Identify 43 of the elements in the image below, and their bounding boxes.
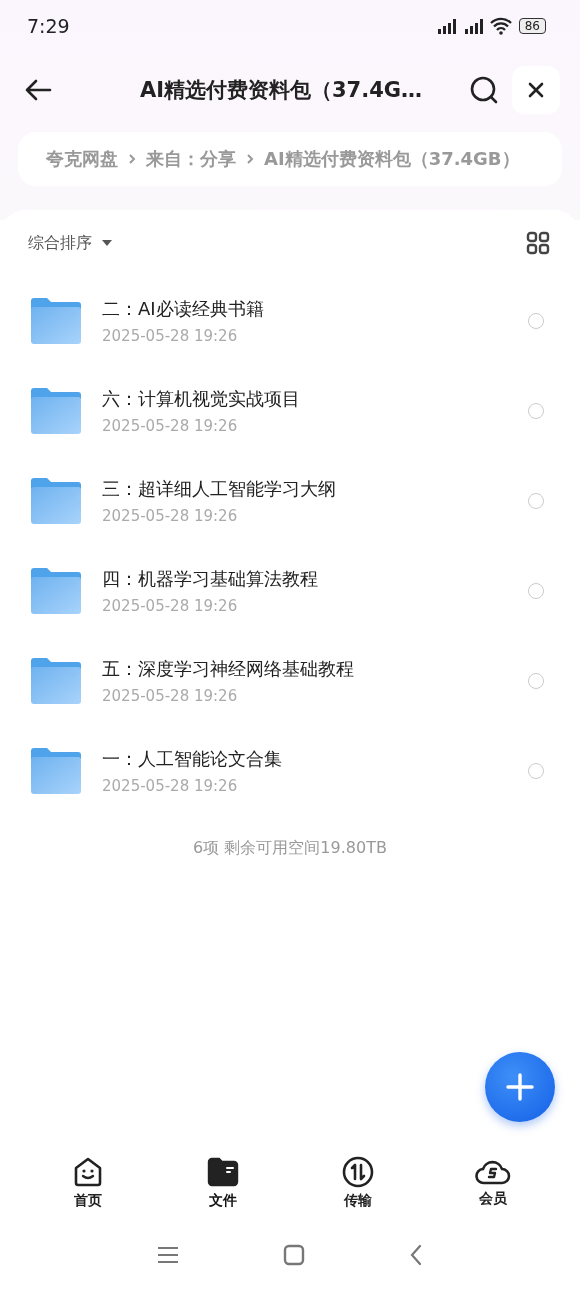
wifi-icon (489, 17, 512, 35)
nav-tab[interactable]: 文件 (182, 1156, 263, 1210)
grid-view-icon[interactable] (526, 231, 550, 255)
folder-name[interactable]: 四：机器学习基础算法教程 (102, 567, 528, 591)
folder-date: 2025-05-28 19:26 (102, 687, 239, 705)
folder-name[interactable]: 二：AI必读经典书籍 (102, 297, 528, 321)
folder-icon (30, 387, 82, 435)
home-square-icon[interactable] (283, 1244, 305, 1266)
plus-icon (505, 1072, 535, 1102)
chevron-icon (128, 153, 136, 165)
folder-icon (30, 297, 82, 345)
sort-dropdown[interactable]: 综合排序 (28, 232, 112, 254)
caret-icon (102, 239, 112, 247)
folder-date: 2025-05-28 19:26 (102, 327, 239, 345)
folder-date: 2025-05-28 19:26 (102, 417, 239, 435)
folder-icon (30, 477, 82, 525)
folder-date: 2025-05-28 19:26 (102, 597, 239, 615)
folder-icon (30, 657, 82, 705)
close-button[interactable] (512, 66, 560, 114)
close-icon (528, 82, 544, 98)
transfer-arrows-icon (341, 1156, 374, 1188)
nav-tab[interactable]: 传输 (317, 1156, 398, 1210)
add-button[interactable] (485, 1052, 555, 1122)
search-icon[interactable] (470, 76, 498, 104)
folder-icon (30, 567, 82, 615)
folder-name[interactable]: 三：超详细人工智能学习大纲 (102, 477, 528, 501)
back-chevron-icon[interactable] (409, 1244, 423, 1266)
storage-summary: 6项 剩余可用空间19.80TB (192, 838, 388, 859)
folder-date: 2025-05-28 19:26 (102, 507, 239, 525)
folder-date: 2025-05-28 19:26 (102, 777, 239, 795)
folder-icon (30, 747, 82, 795)
page-title: AI精选付费资料包（37.4G… (138, 77, 424, 104)
menu-icon[interactable] (157, 1246, 179, 1264)
folder-icon (206, 1156, 239, 1188)
chevron-icon (246, 153, 254, 165)
nav-tab[interactable]: 首页 (47, 1156, 128, 1210)
status-time: 7:29 (27, 15, 70, 37)
folder-name[interactable]: 五：深度学习神经网络基础教程 (102, 657, 528, 681)
nav-tab[interactable]: 会员 (452, 1156, 533, 1210)
battery-indicator: 86 (518, 18, 546, 34)
folder-name[interactable]: 六：计算机视觉实战项目 (102, 387, 528, 411)
folder-name[interactable]: 一：人工智能论文合集 (102, 747, 528, 771)
back-arrow-icon[interactable] (24, 78, 52, 102)
